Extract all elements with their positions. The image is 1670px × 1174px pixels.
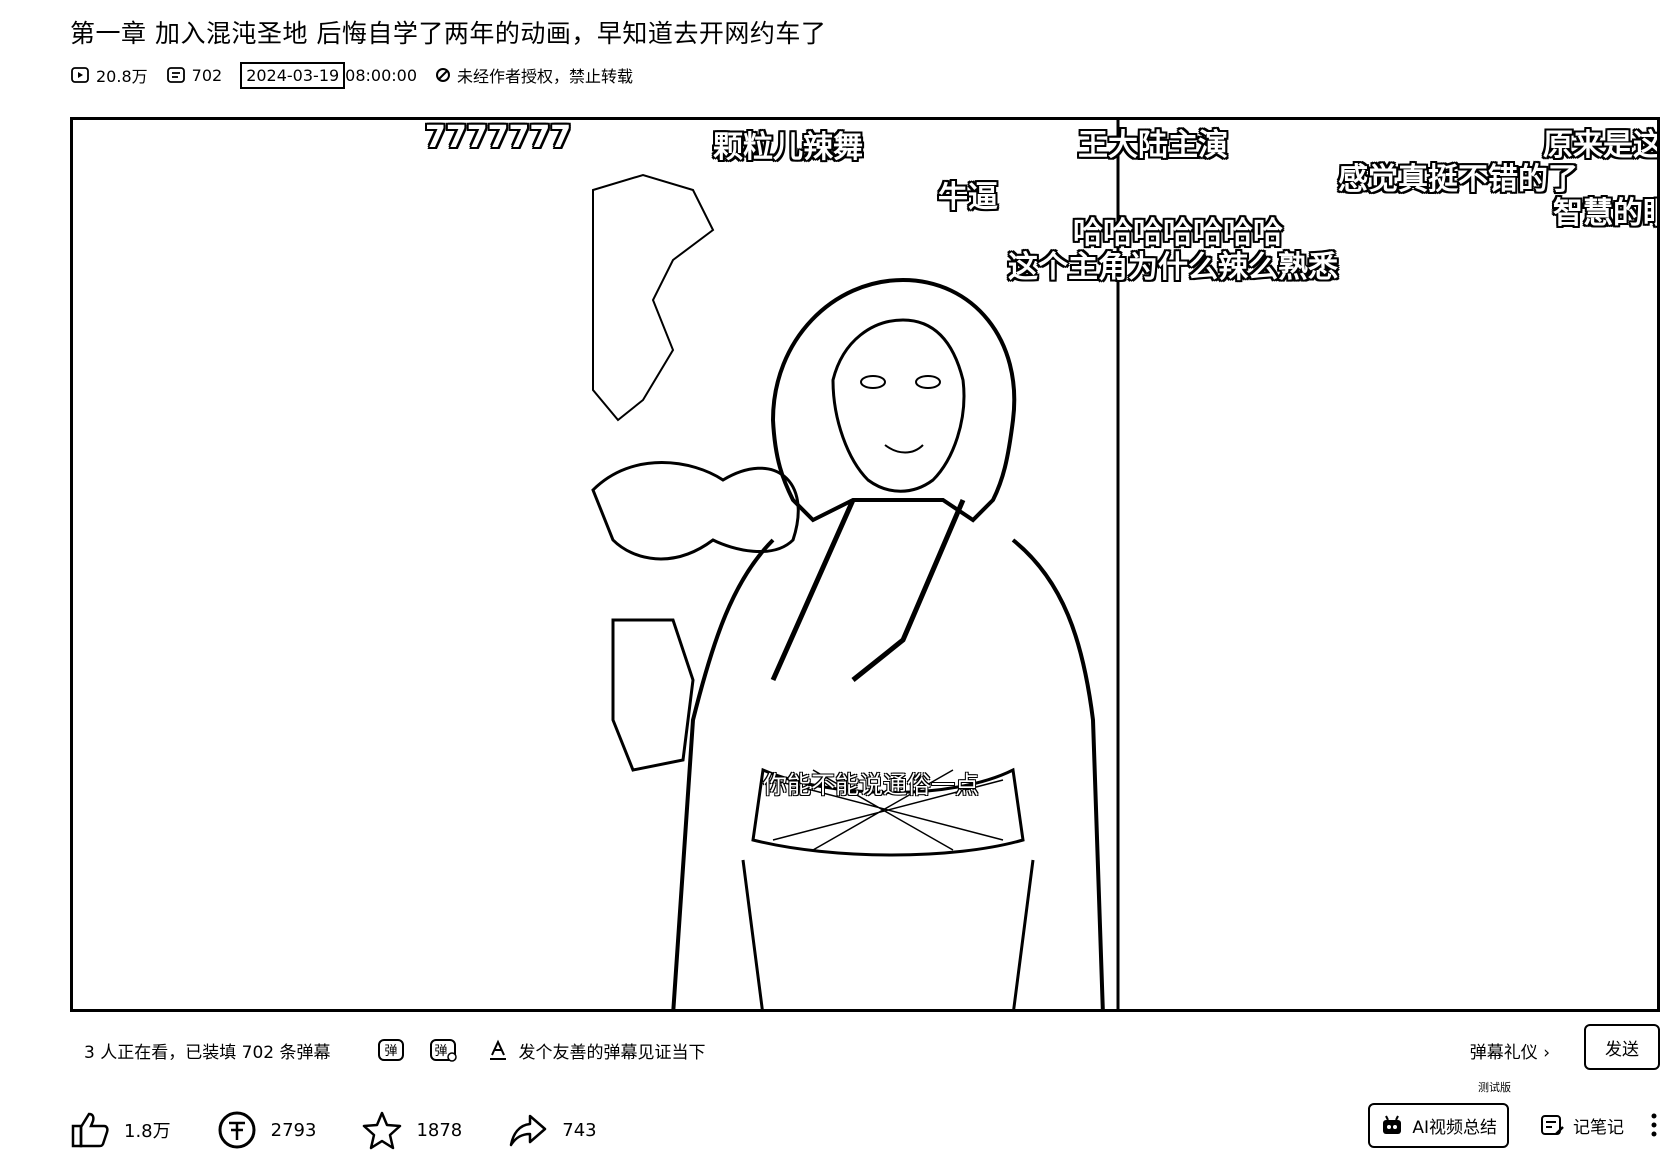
danmaku-item: 牛逼 [938,180,998,215]
beta-badge: 测试版 [1478,1080,1511,1094]
share-count: 743 [562,1119,597,1141]
notes-button[interactable]: 记笔记 [1539,1112,1624,1138]
danmaku-item: 王大陆主演 [1078,128,1228,163]
svg-text:弹: 弹 [385,1044,398,1059]
danmaku-input[interactable]: 发个友善的弹幕见证当下 [488,1038,705,1063]
views-stat: 20.8万 [70,63,148,87]
robot-icon [1383,1115,1402,1134]
progress-bar[interactable] [70,1009,1660,1012]
publish-date: 2024-03-19 [240,61,346,89]
video-player[interactable]: 7777777 颗粒儿辣舞 牛逼 王大陆主演 原来是这 感觉真挺不错的了 智慧的… [70,117,1660,1012]
danmaku-item: 这个主角为什么辣么熟悉 [1008,250,1338,285]
copyright-text: 未经作者授权，禁止转载 [457,67,634,86]
note-icon [1541,1115,1564,1135]
danmaku-item: 颗粒儿辣舞 [713,130,863,165]
thumbs-up-icon [71,1112,109,1148]
video-meta: 20.8万 702 2024-03-19 08:00:00 未经作者授权，禁止转… [70,60,651,90]
copyright-notice: 未经作者授权，禁止转载 [435,63,633,87]
svg-text:弹: 弹 [435,1044,448,1059]
ai-summary-label: AI视频总结 [1412,1117,1497,1138]
favorite-button[interactable]: 1878 [362,1110,462,1150]
more-icon[interactable] [1650,1112,1658,1138]
like-button[interactable]: 1.8万 [70,1110,171,1150]
share-icon [510,1114,547,1147]
publish-time: 08:00:00 [345,65,418,85]
danmaku-settings-icon[interactable]: 弹 [428,1035,458,1065]
coin-icon [218,1111,256,1149]
danmaku-stat: 702 [166,65,223,85]
favorite-count: 1878 [416,1119,463,1141]
video-subtitle: 你能不能说通俗一点 [763,771,979,799]
play-count-icon [71,67,89,83]
danmaku-count: 702 [191,65,223,85]
viewer-status: 3 人正在看，已装填 702 条弹幕 [84,1042,331,1063]
danmaku-item: 智慧的眼 [1553,196,1657,231]
star-icon [363,1111,402,1150]
video-frame [591,120,1120,1009]
views-count: 20.8万 [96,67,148,86]
action-bar: 1.8万 2793 1878 743 [70,1105,643,1155]
danmaku-item: 感觉真挺不错的了 [1338,162,1578,197]
send-button[interactable]: 发送 [1584,1024,1660,1070]
danmaku-item: 7777777 [425,120,572,155]
danmaku-etiquette-link[interactable]: 弹幕礼仪 › [1470,1038,1550,1063]
danmaku-input-placeholder: 发个友善的弹幕见证当下 [518,1042,706,1063]
font-style-icon[interactable] [488,1039,508,1061]
danmaku-bar: 3 人正在看，已装填 702 条弹幕 弹 弹 发个友善的弹幕见证当下 弹幕礼仪 … [70,1024,1660,1076]
like-count: 1.8万 [124,1121,171,1142]
danmaku-count-icon [166,67,185,83]
notes-label: 记笔记 [1573,1117,1624,1138]
share-button[interactable]: 743 [508,1110,597,1150]
tools-bar: 测试版 AI视频总结 记笔记 [1368,1081,1658,1165]
video-title: 第一章 加入混沌圣地 后悔自学了两年的动画，早知道去开网约车了 [70,19,827,48]
forbidden-icon [436,68,451,82]
danmaku-toggle-icon[interactable]: 弹 [376,1035,406,1065]
coin-button[interactable]: 2793 [217,1110,317,1150]
ai-summary-button[interactable]: 测试版 AI视频总结 [1368,1081,1511,1148]
coin-count: 2793 [270,1119,317,1141]
